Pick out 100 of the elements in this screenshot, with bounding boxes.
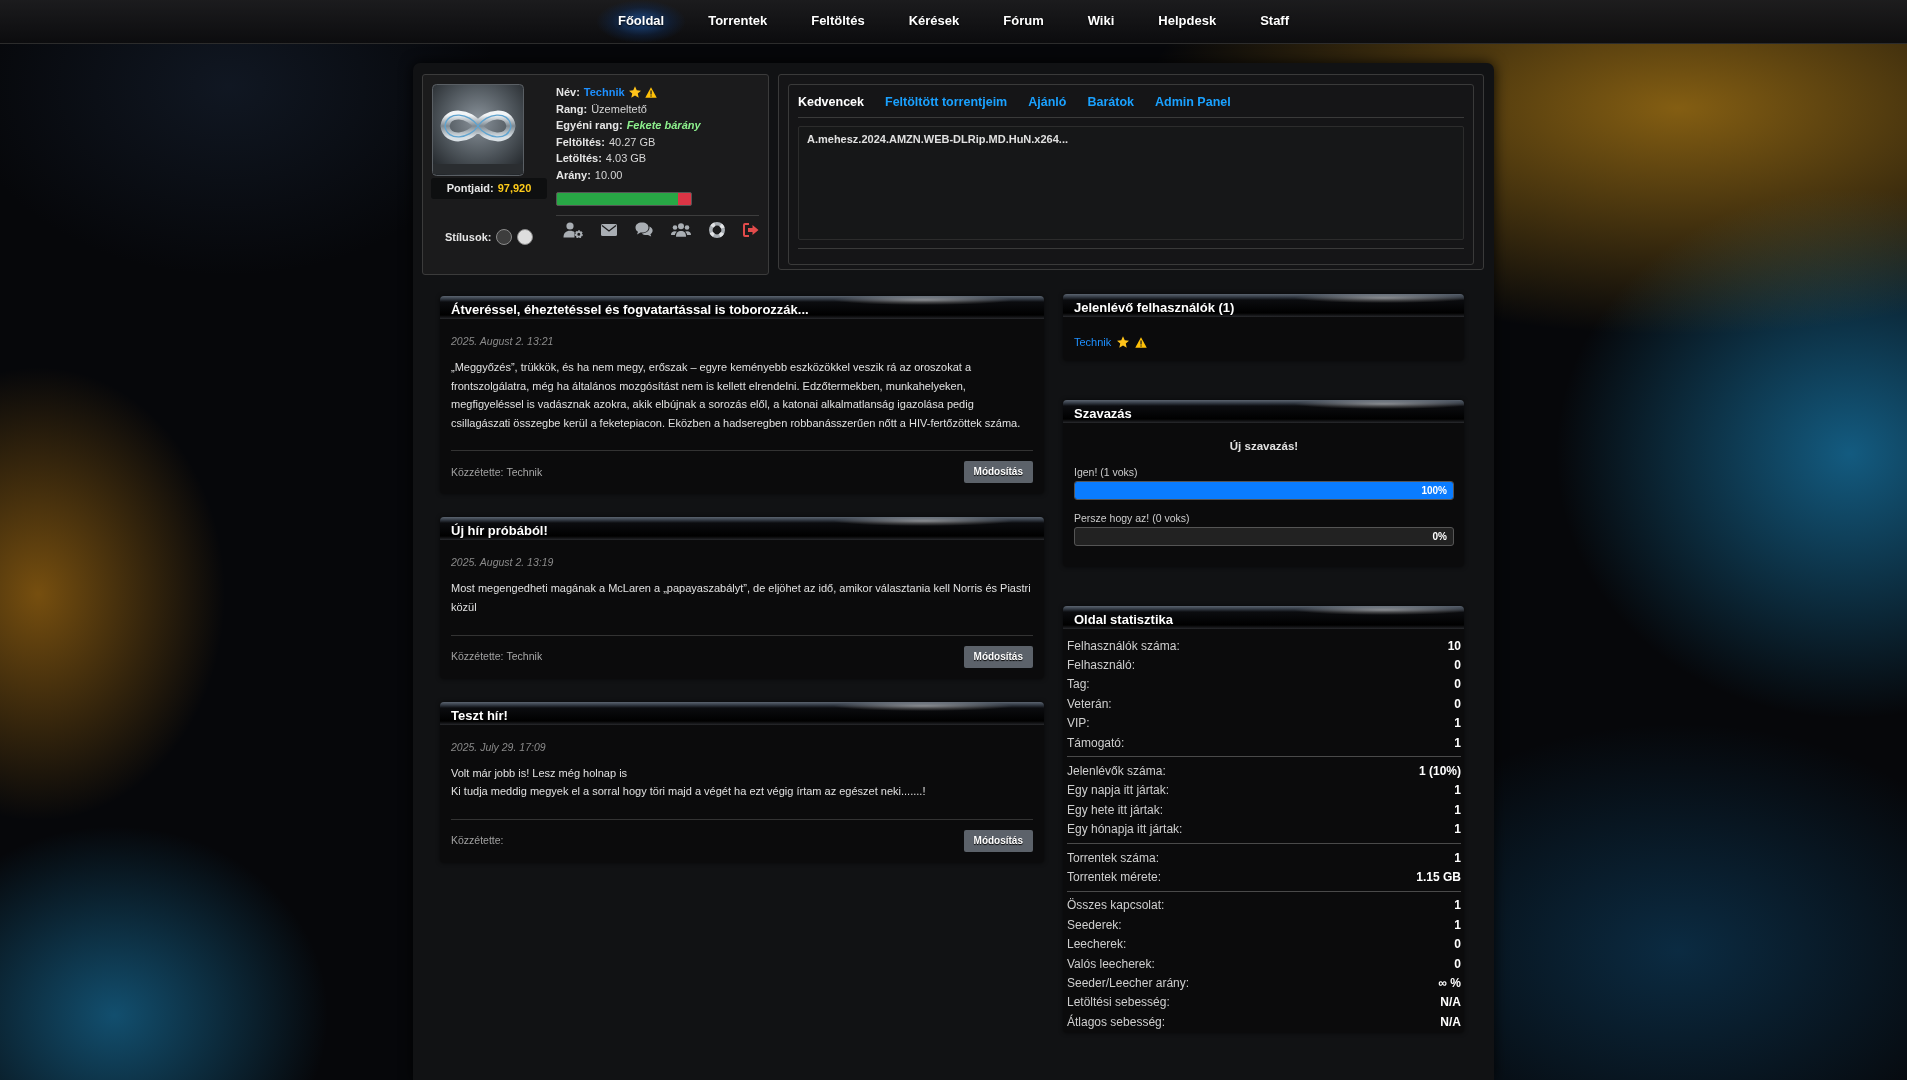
tab[interactable]: Admin Panel	[1155, 94, 1231, 110]
nav-link[interactable]: Torrentek	[686, 0, 790, 43]
nav-link[interactable]: Staff	[1238, 0, 1312, 43]
field-value: 40.27 GB	[608, 134, 656, 150]
stat-label: Valós leecherek:	[1067, 955, 1155, 973]
stat-value: 1	[1454, 821, 1461, 839]
field-label: Egyéni rang:	[556, 118, 623, 134]
stat-value: 1	[1454, 916, 1461, 934]
warning-icon	[1135, 336, 1148, 348]
stat-label: Átlagos sebesség:	[1067, 1013, 1166, 1031]
field-label: Letöltés:	[556, 151, 602, 167]
stat-label: Egy hónapja itt jártak:	[1067, 821, 1183, 839]
stat-label: Letöltési sebesség:	[1067, 994, 1170, 1012]
news-text: „Meggyőzés”, trükkök, és ha nem megy, erőszak – egyre keményebb eszközökkel veszik rá az oroszokat a frontszolgálatra, még ha általános mozgósítást nem is kellett elrendelni. Edzőtermekben, munkahelyeken, megfigyeléssel is vadásznak azokra, akik elbújnak a sorozás elől, a katonai alkalmatlanság igazolása pedig csillagászati összegbe kerül a feketepiacon. Eközben a hadseregben robbanásszerűen nőtt a HIV-fertőzöttek száma.	[451, 360, 1022, 431]
points-label: Pontjaid:	[446, 181, 494, 197]
nav-link[interactable]: Fórum	[981, 0, 1066, 43]
star-icon	[1117, 336, 1130, 348]
style-swatch-icon[interactable]	[496, 229, 513, 246]
stat-value: 1	[1454, 715, 1461, 733]
field-label: Rang:	[556, 101, 588, 117]
stat-label: Veterán:	[1067, 695, 1112, 713]
stat-label: Seederek:	[1067, 916, 1122, 934]
nav-link[interactable]: Főoldal	[595, 0, 687, 43]
nav-link[interactable]: Wiki	[1065, 0, 1137, 43]
stat-label: Leecherek:	[1067, 936, 1127, 954]
stat-label: Egy hete itt jártak:	[1067, 801, 1164, 819]
posted-by-label: Közzétette:	[451, 648, 504, 664]
stat-value: 1	[1454, 897, 1461, 915]
card-title: Átveréssel, éheztetéssel és fogvatartással is toborozzák...	[451, 301, 809, 319]
stat-value: 0	[1454, 695, 1461, 713]
field-value: Üzemeltető	[591, 101, 647, 117]
edit-button[interactable]: Módosítás	[963, 829, 1033, 852]
poll-question: Új szavazás!	[1228, 439, 1300, 454]
stat-label: Összes kapcsolat:	[1067, 897, 1165, 915]
user-settings-icon[interactable]	[563, 221, 583, 238]
warning-icon	[644, 86, 657, 98]
styles-label: Stílusok:	[445, 230, 492, 245]
stat-value: N/A	[1440, 1013, 1461, 1031]
poll-percent: 0%	[1432, 530, 1447, 544]
tab[interactable]: Feltöltött torrentjeim	[885, 94, 1008, 110]
style-swatch-icon[interactable]	[517, 229, 534, 246]
news-text: Ki tudja meddig megyek el a sorral hogy töri majd a végét ha ezt végig írtam az egészet neki.......!	[451, 784, 927, 800]
mail-icon[interactable]	[601, 223, 617, 236]
users-icon[interactable]	[671, 222, 691, 237]
stat-label: Jelenlévők száma:	[1067, 763, 1166, 781]
edit-button[interactable]: Módosítás	[963, 645, 1033, 668]
stat-label: Támogató:	[1067, 734, 1125, 752]
stat-value: ∞ %	[1438, 974, 1461, 992]
stat-label: Felhasználók száma:	[1067, 637, 1180, 655]
poll-option-label: Persze hogy az! (0 voks)	[1074, 511, 1191, 525]
nav-link[interactable]: Helpdesk	[1136, 0, 1239, 43]
custom-rank-value: Fekete bárány	[626, 118, 701, 134]
tab[interactable]: Ajánló	[1028, 94, 1067, 110]
stat-value: 1	[1454, 849, 1461, 867]
stat-label: Torrentek mérete:	[1067, 869, 1162, 886]
nav-link[interactable]: Feltöltés	[789, 0, 887, 43]
favorite-torrent-link[interactable]: A.mehesz.2024.AMZN.WEB-DLRip.MD.HuN.x264...	[807, 133, 1068, 145]
card-title: Oldal statisztika	[1074, 611, 1173, 629]
stat-value: 1.15 GB	[1416, 869, 1461, 886]
author-link[interactable]: Technik	[506, 464, 543, 481]
stat-value: 1 (10%)	[1418, 763, 1461, 781]
field-label: Feltöltés:	[556, 134, 605, 150]
field-label: Arány:	[556, 168, 591, 183]
stat-label: VIP:	[1067, 715, 1090, 733]
tab[interactable]: Barátok	[1087, 94, 1134, 110]
points-value: 97,920	[497, 181, 532, 197]
poll-option-label: Igen! (1 voks)	[1074, 465, 1139, 479]
stat-label: Torrentek száma:	[1067, 849, 1160, 867]
stat-label: Egy napja itt jártak:	[1067, 782, 1170, 800]
tab[interactable]: Kedvencek	[798, 94, 864, 110]
card-title: Jelenlévő felhasználók (1)	[1074, 299, 1235, 317]
stat-value: 0	[1454, 955, 1461, 973]
field-value: 10.00	[594, 168, 623, 183]
logout-icon[interactable]	[743, 222, 759, 237]
card-title: Új hír próbából!	[451, 522, 548, 541]
star-icon	[628, 86, 641, 99]
stat-value: 0	[1454, 936, 1461, 954]
field-value: 4.03 GB	[605, 151, 647, 167]
news-date: 2025. July 29. 17:09	[451, 739, 547, 755]
stat-label: Seeder/Leecher arány:	[1067, 974, 1190, 992]
posted-by-label: Közzétette:	[451, 832, 504, 848]
username-link[interactable]: Technik	[583, 84, 625, 101]
stat-value: N/A	[1440, 994, 1461, 1012]
stat-value: 10	[1447, 637, 1461, 655]
poll-percent: 100%	[1421, 484, 1447, 498]
edit-button[interactable]: Módosítás	[963, 461, 1033, 484]
field-label: Név:	[556, 85, 580, 101]
posted-by-label: Közzétette:	[451, 464, 504, 480]
card-title: Teszt hír!	[451, 706, 508, 725]
card-title: Szavazás	[1074, 405, 1132, 423]
stat-value: 1	[1454, 801, 1461, 819]
chat-icon[interactable]	[635, 222, 653, 238]
stat-value: 1	[1454, 734, 1461, 752]
lifebuoy-icon[interactable]	[709, 221, 725, 238]
username-link[interactable]: Technik	[1074, 334, 1112, 350]
stat-label: Felhasználó:	[1067, 657, 1136, 675]
author-link[interactable]: Technik	[506, 648, 543, 665]
nav-link[interactable]: Kérések	[886, 0, 982, 43]
stat-label: Tag:	[1067, 676, 1090, 694]
stat-value: 0	[1454, 657, 1461, 675]
